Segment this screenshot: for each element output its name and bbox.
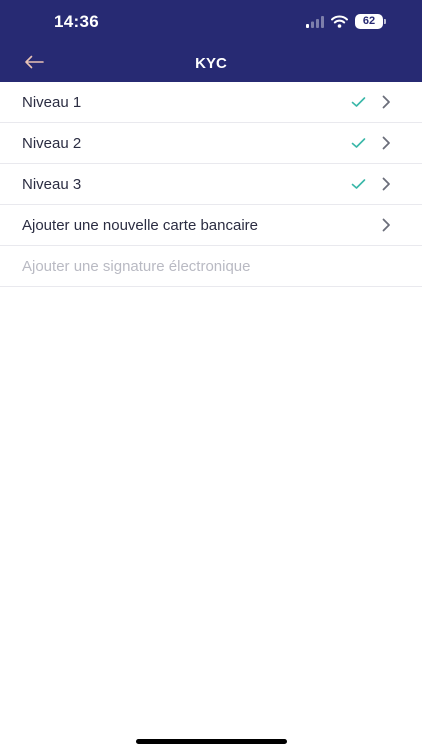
list-item-label: Ajouter une nouvelle carte bancaire xyxy=(22,216,258,234)
list-item-label: Niveau 1 xyxy=(22,93,82,111)
list-item-label: Ajouter une signature électronique xyxy=(22,257,251,275)
list-item-add-e-signature[interactable]: Ajouter une signature électronique xyxy=(0,246,422,287)
list-item-add-bank-card[interactable]: Ajouter une nouvelle carte bancaire xyxy=(0,205,422,246)
home-indicator xyxy=(136,739,287,744)
list-item-niveau-2[interactable]: Niveau 2 xyxy=(0,123,422,164)
list-item-label: Niveau 3 xyxy=(22,175,82,193)
signal-icon xyxy=(306,15,324,28)
check-icon xyxy=(351,97,366,107)
check-icon xyxy=(351,179,366,189)
battery-icon: 62 xyxy=(355,14,386,29)
top-bar: 14:36 62 KYC xyxy=(0,0,422,82)
battery-level: 62 xyxy=(355,14,383,29)
check-icon xyxy=(351,138,366,148)
status-icons: 62 xyxy=(306,14,386,29)
kyc-list: Niveau 1 Niveau 2 Niveau 3 Ajouter une n… xyxy=(0,82,422,287)
list-item-niveau-1[interactable]: Niveau 1 xyxy=(0,82,422,123)
list-item-label: Niveau 2 xyxy=(22,134,82,152)
chevron-right-icon xyxy=(382,177,390,191)
chevron-right-icon xyxy=(382,218,390,232)
wifi-icon xyxy=(331,15,348,28)
chevron-right-icon xyxy=(382,95,390,109)
chevron-right-icon xyxy=(382,136,390,150)
status-time: 14:36 xyxy=(54,12,99,31)
list-item-niveau-3[interactable]: Niveau 3 xyxy=(0,164,422,205)
page-title: KYC xyxy=(195,55,227,72)
